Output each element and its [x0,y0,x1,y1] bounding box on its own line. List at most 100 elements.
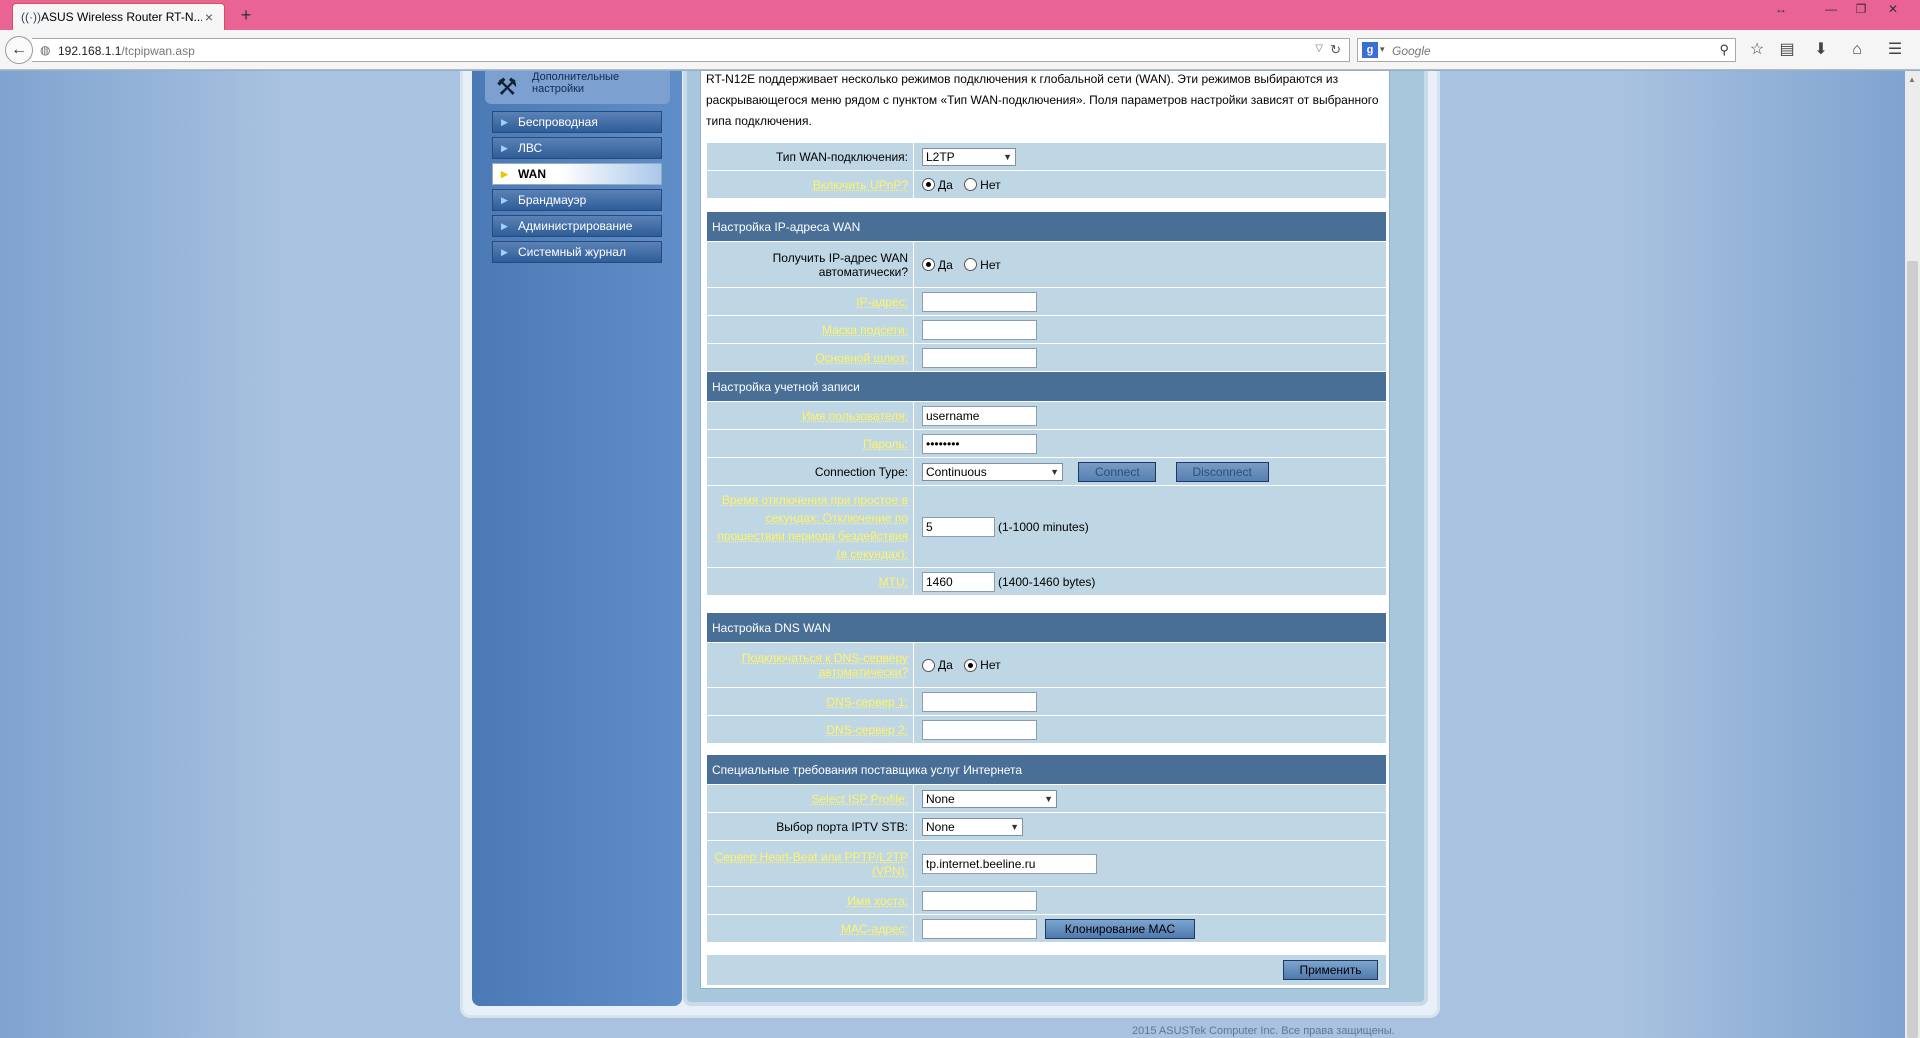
advanced-settings-header[interactable]: ⚒ Дополнительные настройки [485,71,670,104]
resize-icon[interactable]: ↔ [1766,0,1796,18]
upnp-yes-radio[interactable] [922,178,935,192]
tab-strip: ((·)) ASUS Wireless Router RT-N... × + ↔… [0,0,1920,30]
idle-time-input[interactable]: 5 [922,516,995,537]
connect-button[interactable]: Connect [1078,461,1157,482]
mac-address-input[interactable] [922,918,1037,939]
chevron-down-icon: ▼ [1003,151,1012,162]
gateway-input[interactable] [922,347,1037,368]
dns-auto-no-radio[interactable] [964,658,978,672]
search-bar[interactable]: g ▾ Google ⚲ [1357,38,1736,62]
ip-address-label[interactable]: IP-адрес: [706,287,914,316]
arrow-icon: ▶ [501,221,508,231]
auto-ip-yes-radio[interactable] [922,258,935,272]
subnet-mask-label[interactable]: Маска подсети: [706,315,914,344]
close-tab-icon[interactable]: × [202,9,216,25]
dns2-input[interactable] [922,719,1037,740]
mac-clone-button[interactable]: Клонирование MAC [1045,918,1195,939]
scroll-up-icon[interactable]: ▲ [1908,75,1916,84]
arrow-icon: ▶ [501,143,508,153]
hostname-input[interactable] [922,890,1037,911]
wifi-favicon-icon: ((·)) [21,10,41,24]
username-input[interactable]: username [922,405,1037,426]
heartbeat-server-label[interactable]: Сервер Heart-Beat или PPTP/L2TP (VPN): [706,840,914,887]
dns1-input[interactable] [922,691,1037,712]
connection-type-select[interactable]: Continuous ▼ [922,462,1063,481]
star-icon[interactable]: ☆ [1747,40,1767,60]
sidebar-item-system-log[interactable]: ▶ Системный журнал [492,241,662,263]
download-icon[interactable]: ⬇ [1811,40,1831,60]
sidebar-item-administration[interactable]: ▶ Администрирование [492,215,662,237]
minimize-icon[interactable]: — [1816,0,1846,18]
history-dropdown-icon[interactable]: ▽ [1315,43,1323,54]
iptv-port-select[interactable]: None ▼ [922,817,1023,836]
arrow-icon: ▶ [501,247,508,257]
mtu-label[interactable]: MTU: [706,567,914,596]
subnet-mask-input[interactable] [922,319,1037,340]
idle-time-hint: (1-1000 minutes) [998,519,1089,534]
intro-text: RT-N12E поддерживает несколько режимов п… [706,72,1379,128]
tools-icon: ⚒ [496,74,518,101]
close-window-icon[interactable]: ✕ [1878,0,1908,18]
navigation-bar: ◍ 192.168.1.1/tcpipwan.asp ▽ ↻ ← g ▾ Goo… [0,30,1920,70]
url-text[interactable]: 192.168.1.1/tcpipwan.asp [58,44,195,58]
sidebar-item-lan[interactable]: ▶ ЛВС [492,137,662,159]
dns1-label[interactable]: DNS-сервер 1: [706,687,914,716]
isp-settings-table: Специальные требования поставщика услуг … [706,754,1387,943]
sidebar-item-wan[interactable]: ▶ WAN [492,163,662,185]
mtu-input[interactable]: 1460 [922,571,995,592]
hostname-label[interactable]: Имя хоста: [706,886,914,915]
dns-section-title: Настройка DNS WAN [706,612,1387,643]
isp-profile-select[interactable]: None ▼ [922,789,1057,808]
tab-title: ASUS Wireless Router RT-N... [41,10,202,24]
idle-time-label[interactable]: Время отключения при простое в секундах:… [706,485,914,568]
dns2-label[interactable]: DNS-сервер 2: [706,715,914,744]
iptv-port-label: Выбор порта IPTV STB: [706,812,914,841]
sidebar-item-wireless[interactable]: ▶ Беспроводная [492,111,662,133]
mtu-hint: (1400-1460 bytes) [998,574,1096,589]
reading-list-icon[interactable]: ▤ [1777,40,1797,60]
menu-icon[interactable]: ☰ [1885,40,1905,60]
upnp-label[interactable]: Включить UPnP? [706,170,914,199]
back-button[interactable]: ← [5,36,33,64]
dns-auto-label[interactable]: Подключаться к DNS-серверу автоматически… [706,642,914,688]
wan-type-select[interactable]: L2TP ▼ [922,147,1016,166]
advanced-settings-label: Дополнительные настройки [532,71,620,95]
magnifier-icon[interactable]: ⚲ [1719,42,1729,58]
chevron-down-icon: ▼ [1050,466,1059,477]
auto-ip-label: Получить IP-адрес WAN автоматически? [706,241,914,288]
password-input[interactable]: •••••••• [922,433,1037,454]
ip-settings-table: Настройка IP-адреса WAN Получить IP-адре… [706,211,1387,372]
dns-auto-yes-radio[interactable] [922,658,935,672]
ip-address-input[interactable] [922,291,1037,312]
upnp-no-radio[interactable] [964,178,978,192]
isp-profile-label[interactable]: Select ISP Profile: [706,784,914,813]
heartbeat-server-input[interactable]: tp.internet.beeline.ru [922,853,1097,874]
scrollbar-thumb[interactable] [1907,261,1918,1038]
home-icon[interactable]: ⌂ [1847,40,1867,60]
maximize-icon[interactable]: ❐ [1846,0,1876,18]
sidebar-item-firewall[interactable]: ▶ Брандмауэр [492,189,662,211]
mac-address-label[interactable]: MAC-адрес: [706,914,914,943]
browser-tab[interactable]: ((·)) ASUS Wireless Router RT-N... × [12,3,225,30]
password-label[interactable]: Пароль: [706,429,914,458]
footer-copyright: 2015 ASUSTek Computer Inc. Все права защ… [1132,1025,1395,1037]
auto-ip-no-radio[interactable] [964,258,978,272]
wan-type-label: Тип WAN-подключения: [706,142,914,171]
search-engine-icon[interactable]: g [1362,42,1378,58]
search-placeholder: Google [1392,44,1431,58]
chevron-down-icon[interactable]: ▾ [1380,44,1385,55]
address-bar[interactable]: ◍ 192.168.1.1/tcpipwan.asp ▽ ↻ [32,38,1350,62]
disconnect-button[interactable]: Disconnect [1175,461,1269,482]
dns-settings-table: Настройка DNS WAN Подключаться к DNS-сер… [706,612,1387,744]
gateway-label[interactable]: Основной шлюз: [706,343,914,372]
wan-type-table: Тип WAN-подключения: L2TP ▼ Включить UPnP… [706,142,1387,199]
apply-button[interactable]: Применить [1283,960,1378,980]
arrow-icon: ▶ [501,117,508,127]
connection-type-label: Connection Type: [706,457,914,486]
arrow-icon: ▶ [501,195,508,205]
chevron-down-icon: ▼ [1010,821,1019,832]
vertical-scrollbar[interactable]: ▲ [1905,71,1920,1038]
reload-icon[interactable]: ↻ [1330,42,1341,58]
username-label[interactable]: Имя пользователя: [706,401,914,430]
new-tab-button[interactable]: + [236,5,256,26]
